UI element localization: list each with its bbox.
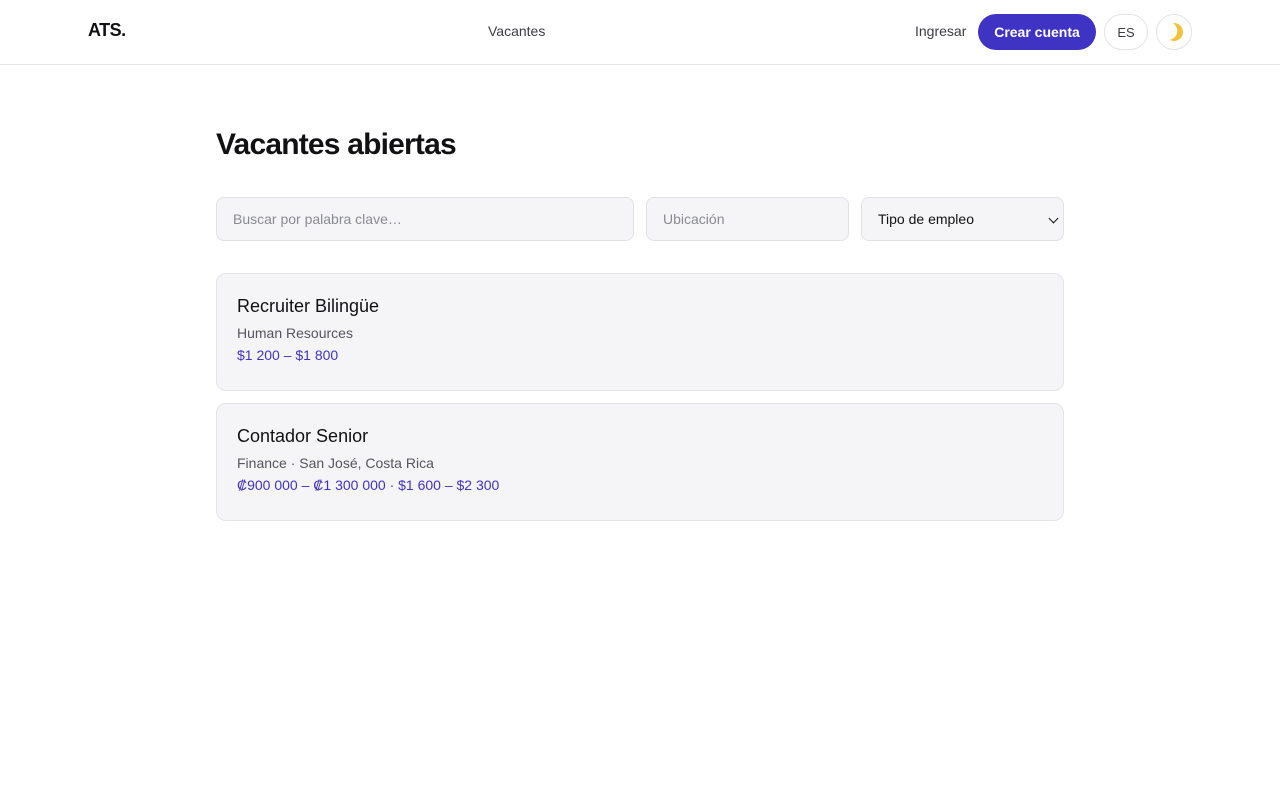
moon-icon	[1162, 20, 1185, 43]
employment-type-value: Tipo de empleo	[878, 211, 974, 227]
login-link[interactable]: Ingresar	[915, 23, 966, 39]
job-title: Recruiter Bilingüe	[237, 296, 380, 316]
job-card[interactable]: Recruiter Bilingüe Human Resources $1 20…	[216, 273, 1064, 391]
page-title: Vacantes abiertas	[216, 128, 457, 161]
location-input[interactable]	[646, 197, 849, 241]
logo[interactable]: ATS.	[88, 20, 126, 41]
top-navbar: ATS. Vacantes Ingresar Crear cuenta ES	[0, 0, 1280, 65]
keyword-search-input[interactable]	[216, 197, 634, 241]
job-card[interactable]: Contador Senior Finance · San José, Cost…	[216, 403, 1064, 521]
job-meta: Human Resources	[237, 325, 353, 341]
job-meta: Finance · San José, Costa Rica	[237, 455, 434, 471]
job-salary: $1 200 – $1 800	[237, 347, 339, 363]
create-account-button[interactable]: Crear cuenta	[978, 14, 1096, 50]
job-title: Contador Senior	[237, 426, 369, 446]
nav-link-vacancies[interactable]: Vacantes	[488, 23, 545, 39]
theme-toggle-button[interactable]	[1156, 14, 1192, 50]
language-toggle-button[interactable]: ES	[1104, 14, 1148, 50]
employment-type-select[interactable]: Tipo de empleo	[861, 197, 1064, 241]
job-salary: ₡900 000 – ₡1 300 000 · $1 600 – $2 300	[237, 477, 500, 493]
chevron-down-icon	[1048, 213, 1059, 224]
